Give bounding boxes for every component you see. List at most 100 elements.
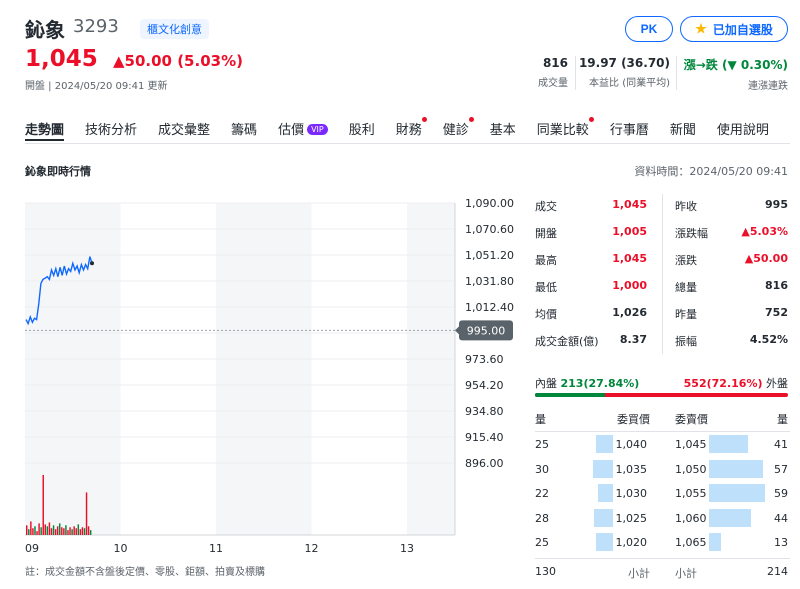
quote-label: 最高 <box>535 254 557 267</box>
volume-bar <box>81 527 84 535</box>
bid-qty: 30 <box>535 462 549 476</box>
y-tick-label: 973.60 <box>465 353 504 366</box>
stat-streak-label: 連漲連跌 <box>748 81 788 92</box>
tab-basic[interactable]: 基本 <box>490 119 516 141</box>
bid-depth-bar <box>596 533 613 551</box>
stock-code: 3293 <box>73 16 119 37</box>
tab-label: 籌碼 <box>231 123 258 138</box>
outer-volume-label: 外盤 <box>766 377 788 390</box>
chart-band <box>216 203 312 535</box>
ask-qty: 44 <box>774 511 788 525</box>
tab-valuation[interactable]: 估價 VIP <box>278 119 328 141</box>
outer-volume-value: 552(72.16%) <box>683 377 763 390</box>
tab-news[interactable]: 新聞 <box>670 119 696 141</box>
chart-band <box>407 203 455 535</box>
y-tick-label: 1,051.20 <box>465 249 514 262</box>
x-tick-label: 09 <box>25 542 39 555</box>
y-tick-label: 1,012.40 <box>465 301 514 314</box>
bid-price: 1,030 <box>615 487 648 500</box>
volume-bar <box>36 531 38 535</box>
status-line: 開盤 | 2024/05/20 09:41 更新 <box>25 81 168 92</box>
quote-value: 1,026 <box>612 306 647 319</box>
bid-qty: 22 <box>535 487 549 500</box>
quote-label: 開盤 <box>535 227 557 240</box>
y-tick-label: 954.20 <box>465 379 504 392</box>
ask-qty: 59 <box>774 487 788 500</box>
orderbook-row: 25 1,020 1,065 13 <box>535 531 790 555</box>
tab-bar: 走勢圖 技術分析 成交彙整 籌碼 估價 VIP 股利 財務 健診 基本 同業比較 … <box>25 117 790 141</box>
flow-bar <box>535 393 788 397</box>
tab-label: 股利 <box>348 123 375 138</box>
ask-price: 1,060 <box>675 511 707 525</box>
bid-depth-bar <box>598 484 613 502</box>
orderbook-row: 30 1,035 1,050 57 <box>535 458 790 482</box>
stat-volume-label: 成交量 <box>538 78 568 89</box>
data-time: 資料時間：2024/05/20 09:41 <box>634 165 788 178</box>
quote-label: 振幅 <box>675 335 697 348</box>
bid-depth-bar <box>594 508 613 527</box>
quote-value: 8.37 <box>619 333 647 346</box>
tab-health[interactable]: 健診 <box>442 117 474 141</box>
outer-volume: 552(72.16%) 外盤 <box>600 375 788 391</box>
stat-divider <box>575 56 576 90</box>
tab-label: 健診 <box>442 123 469 138</box>
ask-depth-bar <box>709 533 722 551</box>
quote-label: 昨收 <box>675 200 697 213</box>
stat-pe: 19.97 (36.70) 本益比 (同業平均) <box>578 56 670 89</box>
volume-bar <box>50 528 53 535</box>
bid-price: 1,025 <box>615 511 648 525</box>
quote-value: 1,000 <box>612 279 647 292</box>
tab-trades[interactable]: 成交彙整 <box>158 119 210 141</box>
inner-volume-label: 內盤 <box>535 377 557 390</box>
volume-bar <box>32 528 34 535</box>
volume-bar <box>46 526 49 535</box>
notification-dot <box>468 117 474 122</box>
last-price-dot <box>90 261 94 266</box>
industry-tag[interactable]: 櫃文化創意 <box>140 19 209 39</box>
quote-label: 昨量 <box>675 308 697 321</box>
bid-qty: 25 <box>535 536 549 549</box>
tab-help[interactable]: 使用說明 <box>717 119 769 141</box>
tab-technical[interactable]: 技術分析 <box>85 119 137 141</box>
bid-price: 1,020 <box>615 536 648 549</box>
orderbook-header: 量 委買價 委賣價 量 <box>535 406 790 432</box>
ask-depth-bar <box>709 435 748 453</box>
tab-dividend[interactable]: 股利 <box>349 119 375 141</box>
quote-value: 752 <box>765 306 788 319</box>
pk-button[interactable]: PK <box>625 16 673 42</box>
quote-value: 1,005 <box>612 225 647 238</box>
volume-bar <box>54 529 57 535</box>
tab-calendar[interactable]: 行事曆 <box>610 119 649 141</box>
orderbook-row: 28 1,025 1,060 44 <box>535 507 790 531</box>
bid-qty-header: 量 <box>535 413 546 426</box>
x-tick-label: 11 <box>209 542 223 555</box>
bid-qty: 25 <box>535 438 549 451</box>
stat-streak-value: 漲→跌 (▼ 0.30%) <box>683 58 788 72</box>
tab-label: 行事曆 <box>609 123 649 138</box>
quote-label: 漲跌 <box>675 254 697 267</box>
stat-volume: 816 成交量 <box>520 56 568 89</box>
tab-label: 估價 <box>278 123 305 138</box>
tab-financial[interactable]: 財務 <box>396 117 427 141</box>
tab-divider <box>25 143 790 144</box>
x-tick-label: 13 <box>400 542 414 555</box>
intraday-chart[interactable]: 1,090.00 1,070.60 1,051.20 1,031.80 1,012.40… <box>25 195 525 555</box>
stock-name: 鈊象 <box>25 18 65 42</box>
volume-bar <box>52 525 55 535</box>
tab-chips[interactable]: 籌碼 <box>231 119 257 141</box>
volume-bar <box>75 528 77 535</box>
volume-bar <box>73 526 75 535</box>
volume-bar <box>40 527 42 535</box>
tab-peer-compare[interactable]: 同業比較 <box>537 117 594 141</box>
ask-price: 1,045 <box>675 438 707 451</box>
watchlist-button[interactable]: ★ 已加自選股 <box>680 16 788 42</box>
y-tick-label: 934.80 <box>465 405 504 418</box>
tab-chart[interactable]: 走勢圖 <box>25 119 65 141</box>
volume-bar <box>87 526 90 535</box>
volume-bar <box>83 528 86 535</box>
tab-label: 成交彙整 <box>158 123 211 138</box>
vip-badge: VIP <box>307 124 328 135</box>
volume-bar <box>44 524 47 535</box>
tab-label: 基本 <box>489 123 516 138</box>
quote-label: 成交 <box>535 200 557 213</box>
